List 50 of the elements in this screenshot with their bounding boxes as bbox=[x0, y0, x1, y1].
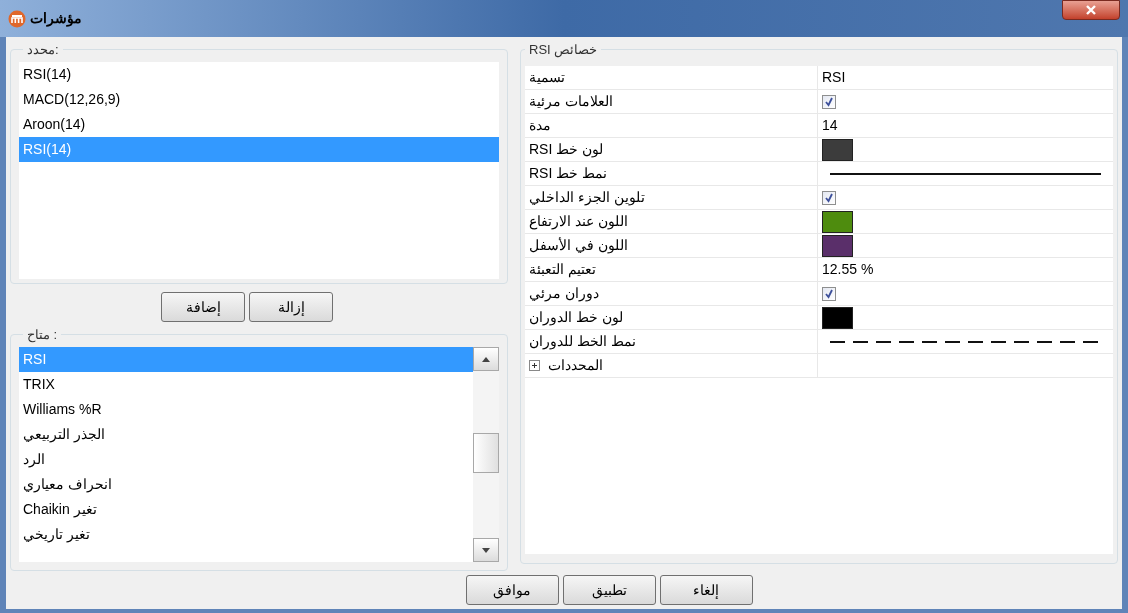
list-item[interactable]: Aroon(14) bbox=[19, 112, 499, 137]
list-item[interactable]: انحراف معياري bbox=[19, 472, 473, 497]
scrollbar[interactable] bbox=[473, 347, 499, 562]
solid-line-sample[interactable] bbox=[830, 172, 1101, 175]
dialog-button[interactable]: إلغاء bbox=[659, 575, 753, 605]
close-button[interactable] bbox=[1062, 0, 1120, 20]
property-label: لون خط RSI bbox=[529, 140, 604, 160]
list-item[interactable]: الجذر التربيعي bbox=[19, 422, 473, 447]
up-arrow-icon bbox=[482, 356, 490, 362]
property-value[interactable]: 12.55 % bbox=[822, 259, 874, 280]
list-item[interactable]: تغير تاريخي bbox=[19, 522, 473, 547]
list-button[interactable]: إزالة bbox=[249, 292, 333, 322]
property-label: العلامات مرئية bbox=[529, 92, 613, 112]
property-label: تسمية bbox=[529, 68, 565, 87]
property-label: تلوين الجزء الداخلي bbox=[529, 188, 645, 208]
checkbox[interactable] bbox=[822, 94, 836, 109]
list-item[interactable]: RSI(14) bbox=[19, 62, 499, 87]
list-box[interactable]: RSI(14) MACD(12,26,9) Aroon(14) RSI(14) bbox=[19, 62, 499, 279]
list-item[interactable]: Williams %R bbox=[19, 397, 473, 422]
property-value[interactable]: RSI bbox=[822, 67, 846, 88]
property-label: لون خط الدوران bbox=[529, 308, 623, 328]
app-icon bbox=[8, 9, 26, 28]
expand-icon[interactable] bbox=[529, 360, 540, 371]
list-item[interactable]: TRIX bbox=[19, 372, 473, 397]
property-label: نمط الخط للدوران bbox=[529, 332, 636, 352]
property-label: اللون في الأسفل bbox=[529, 236, 628, 256]
property-label: نمط خط RSI bbox=[529, 164, 608, 183]
property-label: مدة bbox=[529, 116, 551, 135]
dialog-button[interactable]: موافق bbox=[465, 575, 559, 605]
property-label: المحددات bbox=[548, 356, 603, 375]
scroll-thumb[interactable] bbox=[473, 433, 499, 473]
dashed-line-sample[interactable] bbox=[830, 340, 1101, 343]
list-item[interactable]: MACD(12,26,9) bbox=[19, 87, 499, 112]
checkbox[interactable] bbox=[822, 286, 836, 301]
property-label: تعتيم التعبئة bbox=[529, 260, 596, 280]
dialog-button[interactable]: تطبيق bbox=[562, 575, 656, 605]
property-value[interactable]: 14 bbox=[822, 115, 838, 136]
window-title: مؤشرات bbox=[30, 9, 82, 29]
color-swatch[interactable] bbox=[822, 138, 853, 161]
checkbox[interactable] bbox=[822, 190, 836, 205]
property-label: اللون عند الارتفاع bbox=[529, 212, 628, 232]
list-item[interactable]: تغير Chaikin bbox=[19, 497, 473, 522]
close-icon bbox=[1085, 5, 1097, 15]
down-arrow-icon bbox=[482, 547, 490, 553]
list-button[interactable]: إضافة bbox=[161, 292, 245, 322]
color-swatch[interactable] bbox=[822, 234, 853, 257]
color-swatch[interactable] bbox=[822, 210, 853, 233]
property-label: دوران مرئي bbox=[529, 284, 599, 304]
list-item[interactable]: الرد bbox=[19, 447, 473, 472]
color-swatch[interactable] bbox=[822, 306, 853, 329]
